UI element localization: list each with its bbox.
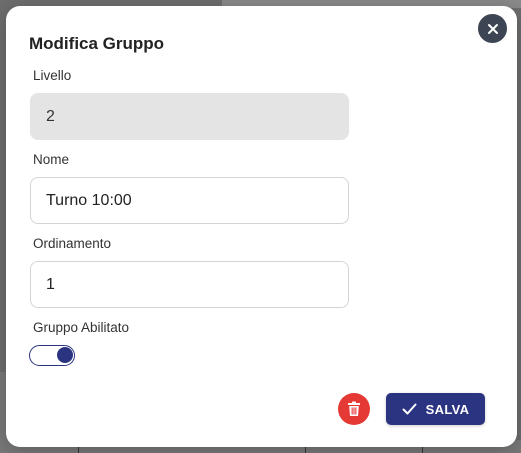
dialog-title: Modifica Gruppo: [29, 34, 165, 53]
ordinamento-field[interactable]: [30, 261, 349, 308]
save-label: SALVA: [425, 401, 470, 417]
edit-group-dialog: Modifica Gruppo Livello Nome Ordinamento…: [6, 6, 517, 447]
delete-button[interactable]: [338, 393, 370, 425]
livello-field: [30, 93, 349, 140]
nome-label: Nome: [33, 152, 70, 167]
abilitato-toggle[interactable]: [29, 345, 75, 366]
toggle-knob: [57, 347, 73, 363]
save-button[interactable]: SALVA: [386, 393, 485, 425]
livello-label: Livello: [33, 68, 72, 83]
close-button[interactable]: [476, 12, 509, 45]
abilitato-label: Gruppo Abilitato: [33, 320, 130, 335]
ordinamento-label: Ordinamento: [33, 236, 112, 251]
nome-field[interactable]: [30, 177, 349, 224]
close-icon: [487, 23, 499, 35]
check-icon: [402, 403, 417, 415]
trash-icon: [347, 401, 361, 417]
